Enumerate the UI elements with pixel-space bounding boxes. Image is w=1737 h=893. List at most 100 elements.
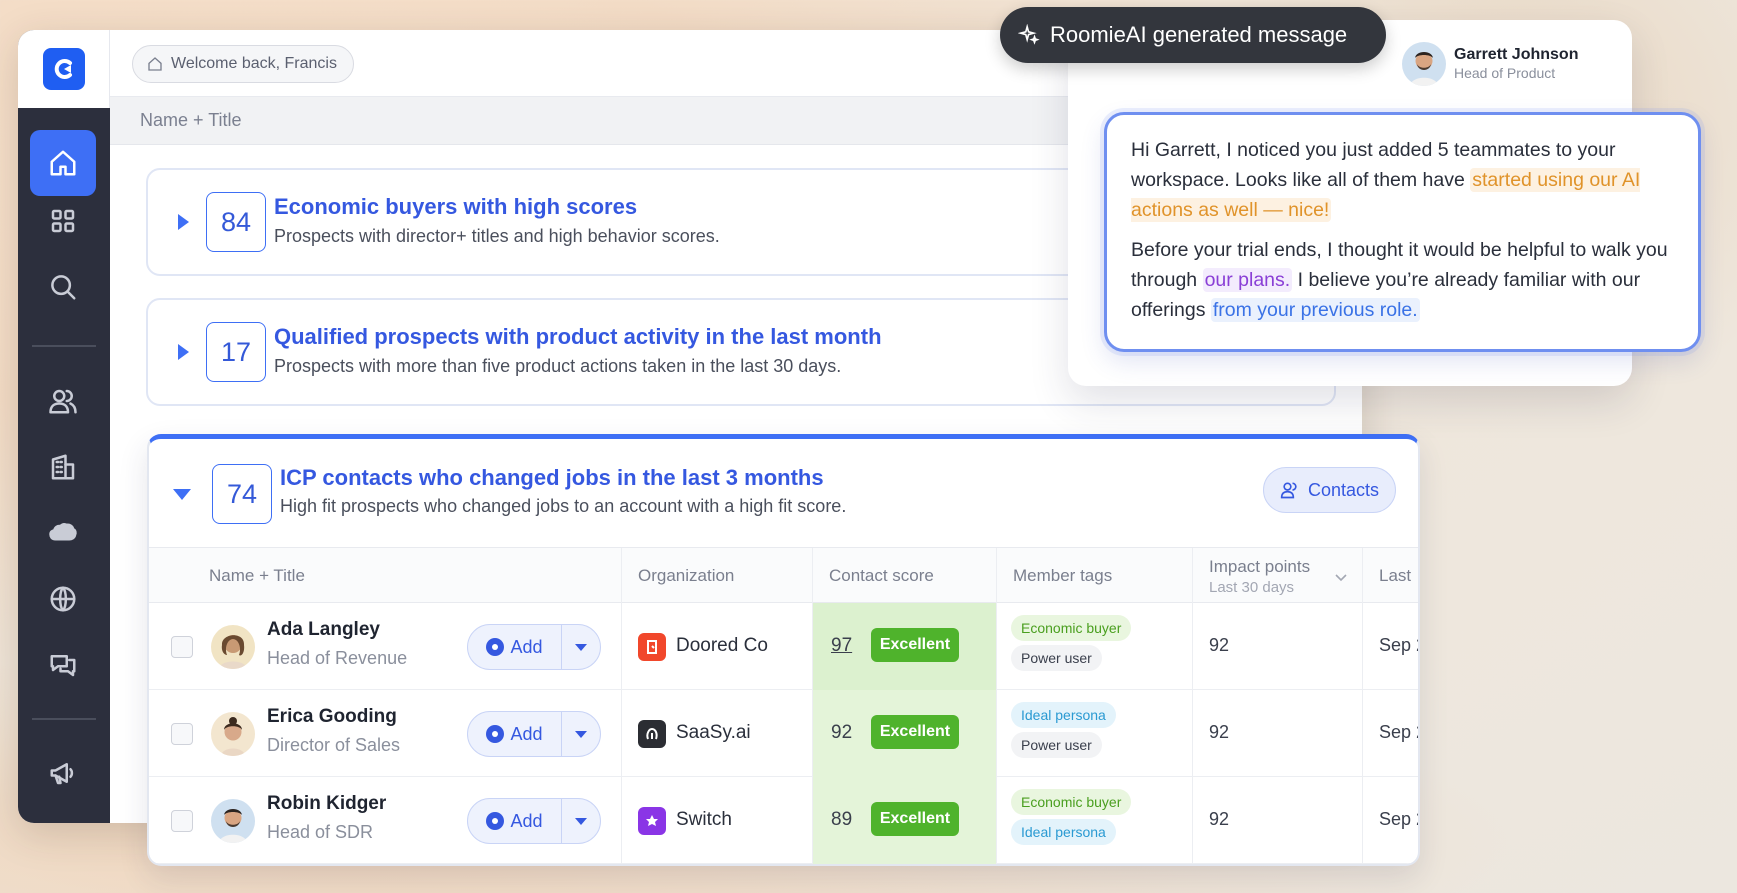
org-name[interactable]: Doored Co <box>676 635 768 657</box>
col-contact-score[interactable]: Contact score <box>812 548 996 604</box>
chevron-down-icon <box>575 643 587 651</box>
contact-score[interactable]: 97 <box>831 635 852 657</box>
segment-count: 84 <box>206 192 266 252</box>
chevron-down-icon[interactable] <box>1334 570 1348 584</box>
impact-points: 92 <box>1209 809 1230 829</box>
ai-pill-label: RoomieAI generated message <box>1050 22 1348 47</box>
impact-points: 92 <box>1209 635 1230 655</box>
last-date: Sep 2 <box>1379 635 1418 655</box>
segment-subtitle: Prospects with more than five product ac… <box>274 356 842 376</box>
col-name[interactable]: Name + Title <box>193 548 621 604</box>
add-button[interactable]: Add <box>468 625 562 669</box>
avatar <box>211 625 255 669</box>
segment-title[interactable]: Economic buyers with high scores <box>274 194 637 220</box>
contact-title: Head of SDR <box>267 822 374 842</box>
score-badge: Excellent <box>871 715 959 749</box>
sidebar-divider <box>32 345 96 347</box>
add-button-group: Add <box>467 711 601 757</box>
home-icon <box>148 57 162 71</box>
org-name[interactable]: SaaSy.ai <box>676 722 751 744</box>
globe-icon[interactable] <box>30 566 96 632</box>
contacts-button[interactable]: Contacts <box>1262 467 1396 513</box>
add-button[interactable]: Add <box>468 799 562 843</box>
home-icon[interactable] <box>30 130 96 196</box>
people-icon[interactable] <box>30 368 96 434</box>
contact-name[interactable]: Robin Kidger <box>267 793 386 815</box>
avatar <box>211 799 255 843</box>
member-tag: Power user <box>1011 732 1102 758</box>
switch-logo-icon <box>638 807 666 835</box>
org-cell: Doored Co <box>621 603 812 690</box>
contacts-icon <box>1280 482 1297 499</box>
contact-score[interactable]: 89 <box>831 809 852 831</box>
score-cell: 89 Excellent <box>812 777 996 864</box>
grid-icon[interactable] <box>30 188 96 254</box>
row-checkbox[interactable] <box>171 810 193 832</box>
saasy-logo-icon <box>638 720 666 748</box>
member-tag: Economic buyer <box>1011 789 1132 815</box>
add-icon <box>486 638 505 656</box>
impact-cell: 92 <box>1192 690 1362 777</box>
salesforce-icon[interactable] <box>30 500 96 566</box>
member-tag: Power user <box>1011 645 1102 671</box>
col-organization[interactable]: Organization <box>621 548 812 604</box>
sidebar <box>18 30 110 823</box>
org-name[interactable]: Switch <box>676 809 732 831</box>
member-tag: Economic buyer <box>1011 615 1132 641</box>
score-cell: 92 Excellent <box>812 690 996 777</box>
contacts-button-label: Contacts <box>1307 479 1379 500</box>
col-impact-points[interactable]: Impact points Last 30 days <box>1192 548 1362 604</box>
table-header: Name + Title Organization Contact score … <box>149 547 1418 604</box>
add-dropdown-button[interactable] <box>562 799 600 843</box>
sidebar-divider <box>32 718 96 720</box>
add-button-group: Add <box>467 624 601 670</box>
megaphone-icon[interactable] <box>30 740 96 806</box>
sparkle-icon <box>1018 24 1040 45</box>
last-cell: Sep 2 <box>1362 777 1418 864</box>
collapse-caret-icon[interactable] <box>173 489 191 500</box>
expanded-segment-card: 74 ICP contacts who changed jobs in the … <box>147 434 1420 866</box>
col-member-tags[interactable]: Member tags <box>996 548 1192 604</box>
add-dropdown-button[interactable] <box>562 712 600 756</box>
contact-score[interactable]: 92 <box>831 722 852 744</box>
add-dropdown-button[interactable] <box>562 625 600 669</box>
table-row[interactable]: Ada Langley Head of Revenue Add Doored C… <box>149 603 1418 690</box>
contact-name[interactable]: Erica Gooding <box>267 706 397 728</box>
impact-points: 92 <box>1209 722 1230 742</box>
contact-name[interactable]: Ada Langley <box>267 619 380 641</box>
impact-cell: 92 <box>1192 777 1362 864</box>
chat-icon[interactable] <box>30 632 96 698</box>
org-cell: Switch <box>621 777 812 864</box>
message-paragraph: Before your trial ends, I thought it wou… <box>1131 239 1668 322</box>
building-icon[interactable] <box>30 434 96 500</box>
row-checkbox[interactable] <box>171 723 193 745</box>
last-date: Sep 2 <box>1379 809 1418 829</box>
segment-count: 17 <box>206 322 266 382</box>
segment-subtitle: High fit prospects who changed jobs to a… <box>280 496 847 516</box>
welcome-text: Welcome back, Francis <box>171 55 337 72</box>
highlight-previous-role: from your previous role. <box>1210 298 1420 322</box>
ai-generated-pill: RoomieAI generated message <box>1000 7 1386 63</box>
tags-cell: Economic buyer Ideal persona <box>996 777 1192 864</box>
col-last[interactable]: Last <box>1362 548 1418 604</box>
sender-name: Garrett Johnson <box>1454 46 1579 63</box>
ai-message-bubble[interactable]: Hi Garrett, I noticed you just added 5 t… <box>1104 112 1701 352</box>
segment-subtitle: Prospects with director+ titles and high… <box>274 226 720 246</box>
expand-caret-icon[interactable] <box>178 344 189 360</box>
logo-icon[interactable] <box>42 48 85 90</box>
search-icon[interactable] <box>30 254 96 320</box>
welcome-breadcrumb[interactable]: Welcome back, Francis <box>132 45 354 83</box>
add-icon <box>486 812 505 830</box>
last-cell: Sep 2 <box>1362 690 1418 777</box>
segment-title[interactable]: ICP contacts who changed jobs in the las… <box>280 465 824 491</box>
row-checkbox[interactable] <box>171 636 193 658</box>
segment-title[interactable]: Qualified prospects with product activit… <box>274 324 882 350</box>
message-paragraph: Hi Garrett, I noticed you just added 5 t… <box>1131 139 1641 222</box>
segment-count: 74 <box>212 464 272 524</box>
table-row[interactable]: Erica Gooding Director of Sales Add SaaS… <box>149 690 1418 777</box>
add-button[interactable]: Add <box>468 712 562 756</box>
table-row[interactable]: Robin Kidger Head of SDR Add Switch 89 E… <box>149 777 1418 864</box>
member-tag: Ideal persona <box>1011 819 1116 845</box>
expand-caret-icon[interactable] <box>178 214 189 230</box>
tags-cell: Ideal persona Power user <box>996 690 1192 777</box>
